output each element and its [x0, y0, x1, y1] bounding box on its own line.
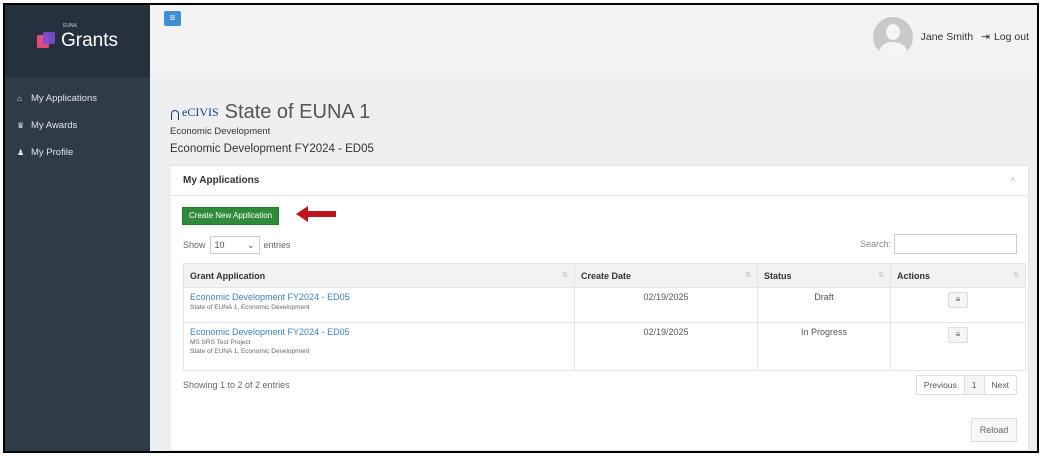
- create-date-cell: 02/19/2025: [574, 287, 758, 323]
- table-row: Economic Development FY2024 - ED05 MS SR…: [183, 322, 1026, 371]
- page-1-button[interactable]: 1: [964, 376, 985, 394]
- table-info: Showing 1 to 2 of 2 entries: [183, 380, 290, 390]
- sort-icon: ⇅: [745, 272, 751, 279]
- show-label: Show: [183, 240, 206, 250]
- application-subtext: State of EUNA 1, Economic Development: [190, 348, 310, 355]
- logo-small-text: EUNA: [62, 23, 77, 29]
- top-bar: ≡ Jane Smith ⇥ Log out: [150, 5, 1037, 73]
- sidebar-nav: ⌂ My Applications ♛ My Awards ♟ My Profi…: [5, 77, 150, 166]
- home-icon: ⌂: [17, 94, 22, 103]
- org-header: eCIVIS State of EUNA 1 Economic Developm…: [170, 101, 374, 155]
- logo-text: EUNA Grants: [60, 23, 119, 52]
- logo-mark-icon: [36, 32, 55, 50]
- applications-panel: My Applications ^ Create New Application…: [169, 165, 1029, 451]
- sidebar: EUNA Grants ⌂ My Applications ♛ My Award…: [5, 5, 150, 451]
- logo-name: Grants: [60, 30, 119, 51]
- sort-icon: ⇅: [562, 272, 568, 279]
- collapse-icon[interactable]: ^: [1011, 176, 1015, 186]
- applications-table: Grant Application ⇅ Create Date ⇅ Status ⇅ …: [183, 263, 1026, 371]
- panel-header: My Applications ^: [170, 166, 1028, 196]
- entries-length-control: Show 10 ⌄ entries: [183, 236, 291, 254]
- grant-application-cell: Economic Development FY2024 - ED05 MS SR…: [183, 322, 575, 371]
- app-window: EUNA Grants ⌂ My Applications ♛ My Award…: [3, 3, 1039, 453]
- actions-cell: ≡: [890, 322, 1026, 371]
- logout-icon: ⇥: [981, 31, 990, 43]
- create-date-cell: 02/19/2025: [574, 322, 758, 371]
- application-subtext: State of EUNA 1, Economic Development: [190, 304, 310, 311]
- user-name[interactable]: Jane Smith: [921, 31, 974, 43]
- entries-select-value: 10: [214, 240, 225, 250]
- sidebar-item-label: My Applications: [31, 93, 98, 104]
- user-area: Jane Smith ⇥ Log out: [872, 17, 1029, 57]
- column-header-create-date[interactable]: Create Date ⇅: [574, 263, 758, 288]
- program-name: Economic Development FY2024 - ED05: [170, 143, 374, 155]
- logout-label: Log out: [993, 31, 1029, 43]
- org-name: State of EUNA 1: [224, 101, 371, 123]
- next-page-button[interactable]: Next: [985, 376, 1016, 394]
- status-cell: In Progress: [757, 322, 891, 371]
- column-header-actions[interactable]: Actions ⇅: [890, 263, 1026, 288]
- chevron-down-icon: ⌄: [246, 239, 255, 250]
- search-label: Search:: [859, 239, 891, 249]
- search-input[interactable]: [894, 234, 1017, 254]
- application-link[interactable]: Economic Development FY2024 - ED05: [190, 292, 568, 302]
- ecivis-logo-text: eCIVIS: [182, 105, 219, 119]
- status-cell: Draft: [757, 287, 891, 323]
- panel-title: My Applications: [183, 175, 260, 186]
- sidebar-item-label: My Awards: [31, 120, 78, 131]
- table-row: Economic Development FY2024 - ED05 State…: [183, 287, 1026, 323]
- create-new-application-button[interactable]: Create New Application: [182, 207, 280, 225]
- reload-button[interactable]: Reload: [971, 418, 1017, 442]
- sidebar-item-my-applications[interactable]: ⌂ My Applications: [5, 85, 150, 112]
- ecivis-logo: eCIVIS: [170, 105, 219, 120]
- sidebar-item-my-profile[interactable]: ♟ My Profile: [5, 139, 150, 166]
- entries-label: entries: [263, 240, 291, 250]
- row-actions-menu-button[interactable]: ≡: [948, 327, 968, 343]
- table-header-row: Grant Application ⇅ Create Date ⇅ Status ⇅ …: [183, 263, 1026, 288]
- hamburger-icon: ≡: [169, 13, 176, 24]
- avatar[interactable]: [872, 17, 913, 57]
- pagination: Previous 1 Next: [915, 375, 1017, 395]
- sidebar-item-label: My Profile: [31, 147, 74, 158]
- trophy-icon: ♛: [17, 121, 25, 130]
- euna-grants-logo[interactable]: EUNA Grants: [5, 5, 150, 77]
- previous-page-button[interactable]: Previous: [917, 376, 965, 394]
- red-arrow-icon: [296, 206, 336, 222]
- sidebar-item-my-awards[interactable]: ♛ My Awards: [5, 112, 150, 139]
- row-actions-menu-button[interactable]: ≡: [948, 292, 968, 308]
- column-header-status[interactable]: Status ⇅: [757, 263, 891, 288]
- logout-link[interactable]: ⇥ Log out: [981, 31, 1029, 43]
- actions-cell: ≡: [890, 287, 1026, 323]
- department-name: Economic Development: [170, 126, 271, 137]
- capitol-dome-icon: [170, 106, 180, 120]
- application-link[interactable]: Economic Development FY2024 - ED05: [190, 327, 568, 337]
- main-content: eCIVIS State of EUNA 1 Economic Developm…: [150, 73, 1037, 451]
- grant-application-cell: Economic Development FY2024 - ED05 State…: [183, 287, 575, 323]
- entries-select[interactable]: 10 ⌄: [209, 236, 260, 254]
- user-icon: ♟: [17, 148, 25, 157]
- sort-icon: ⇅: [878, 272, 884, 279]
- column-header-grant-application[interactable]: Grant Application ⇅: [183, 263, 575, 288]
- sort-icon: ⇅: [1013, 272, 1019, 279]
- application-subtext: MS SRS Test Project: [190, 339, 251, 346]
- menu-toggle-button[interactable]: ≡: [164, 11, 181, 26]
- search-control: Search:: [860, 234, 1017, 254]
